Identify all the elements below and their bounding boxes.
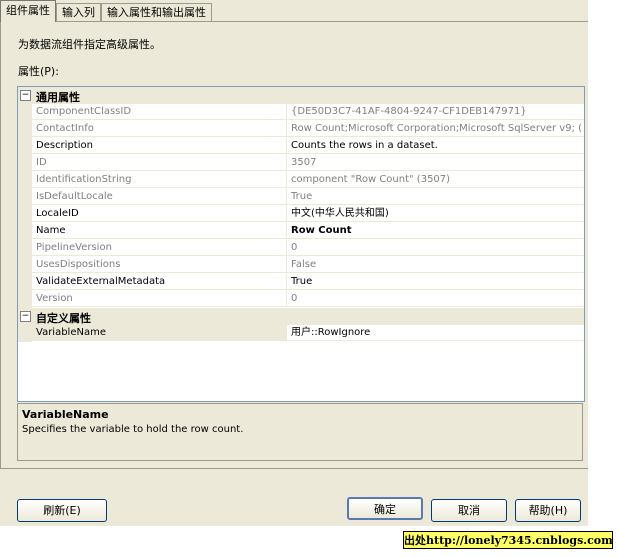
category-label: 通用属性 (36, 91, 80, 104)
collapse-icon[interactable]: − (20, 311, 31, 322)
row-gutter (18, 206, 32, 223)
description-text: Specifies the variable to hold the row c… (22, 424, 244, 435)
property-value: 3507 (287, 155, 584, 171)
description-title: VariableName (22, 408, 109, 421)
property-row-isdefaultlocale[interactable]: IsDefaultLocale True (18, 189, 584, 206)
property-row-usesdispositions[interactable]: UsesDispositions False (18, 257, 584, 274)
property-value: 0 (287, 240, 584, 256)
source-watermark: 出处http://lonely7345.cnblogs.com (403, 531, 613, 549)
tab-component-properties[interactable]: 组件属性 (0, 0, 56, 22)
property-name: ContactInfo (32, 121, 287, 137)
tab-input-columns[interactable]: 输入列 (56, 3, 101, 22)
category-row-general[interactable]: − 通用属性 (18, 87, 584, 104)
row-gutter (18, 325, 32, 342)
property-row-localeid[interactable]: LocaleID 中文(中华人民共和国) (18, 206, 584, 223)
properties-label: 属性(P): (18, 65, 59, 78)
collapse-icon[interactable]: − (20, 90, 31, 101)
property-value[interactable]: 用户::RowIgnore (287, 325, 584, 341)
property-row-description[interactable]: Description Counts the rows in a dataset… (18, 138, 584, 155)
property-row-pipelineversion[interactable]: PipelineVersion 0 (18, 240, 584, 257)
property-row-validateexternalmetadata[interactable]: ValidateExternalMetadata True (18, 274, 584, 291)
property-value: 0 (287, 291, 584, 307)
property-grid[interactable]: − 通用属性 ComponentClassID {DE50D3C7-41AF-4… (17, 86, 585, 402)
property-value[interactable]: Row Count (287, 223, 584, 239)
property-name: LocaleID (32, 206, 287, 222)
row-gutter (18, 155, 32, 172)
property-value: {DE50D3C7-41AF-4804-9247-CF1DEB147971} (287, 104, 584, 120)
property-name: UsesDispositions (32, 257, 287, 273)
row-gutter (18, 121, 32, 138)
property-value: component "Row Count" (3507) (287, 172, 584, 188)
property-row-id[interactable]: ID 3507 (18, 155, 584, 172)
category-label: 自定义属性 (36, 312, 91, 325)
row-gutter (18, 172, 32, 189)
ok-button[interactable]: 确定 (347, 497, 423, 520)
property-value[interactable]: True (287, 274, 584, 290)
property-name: Name (32, 223, 287, 239)
property-name: ID (32, 155, 287, 171)
refresh-button[interactable]: 刷新(E) (17, 499, 107, 522)
row-gutter (18, 138, 32, 155)
property-value: Row Count;Microsoft Corporation;Microsof… (287, 121, 584, 137)
property-value: False (287, 257, 584, 273)
property-value: True (287, 189, 584, 205)
property-name: PipelineVersion (32, 240, 287, 256)
property-row-componentclassid[interactable]: ComponentClassID {DE50D3C7-41AF-4804-924… (18, 104, 584, 121)
property-row-identificationstring[interactable]: IdentificationString component "Row Coun… (18, 172, 584, 189)
row-gutter (18, 104, 32, 121)
property-name: ComponentClassID (32, 104, 287, 120)
cancel-button[interactable]: 取消 (431, 499, 507, 522)
property-name: IdentificationString (32, 172, 287, 188)
row-gutter (18, 189, 32, 206)
property-row-variablename[interactable]: VariableName 用户::RowIgnore (18, 325, 584, 342)
help-button[interactable]: 帮助(H) (515, 499, 581, 522)
property-name: Description (32, 138, 287, 154)
property-value[interactable]: Counts the rows in a dataset. (287, 138, 584, 154)
tab-input-output-properties[interactable]: 输入属性和输出属性 (101, 3, 212, 22)
property-value[interactable]: 中文(中华人民共和国) (287, 206, 584, 222)
row-gutter (18, 257, 32, 274)
intro-text: 为数据流组件指定高级属性。 (18, 38, 161, 51)
row-gutter (18, 240, 32, 257)
row-gutter (18, 291, 32, 308)
row-gutter (18, 274, 32, 291)
description-pane: VariableName Specifies the variable to h… (17, 403, 583, 461)
property-name: ValidateExternalMetadata (32, 274, 287, 290)
torn-edge-right (588, 0, 618, 557)
property-row-contactinfo[interactable]: ContactInfo Row Count;Microsoft Corporat… (18, 121, 584, 138)
category-row-custom[interactable]: − 自定义属性 (18, 308, 584, 325)
property-name: Version (32, 291, 287, 307)
row-gutter (18, 223, 32, 240)
property-row-version[interactable]: Version 0 (18, 291, 584, 308)
property-name: VariableName (32, 325, 287, 341)
property-row-name[interactable]: Name Row Count (18, 223, 584, 240)
property-name: IsDefaultLocale (32, 189, 287, 205)
tab-strip: 组件属性 输入列 输入属性和输出属性 (0, 0, 212, 22)
advanced-editor-dialog: 组件属性 输入列 输入属性和输出属性 为数据流组件指定高级属性。 属性(P): … (0, 0, 604, 543)
